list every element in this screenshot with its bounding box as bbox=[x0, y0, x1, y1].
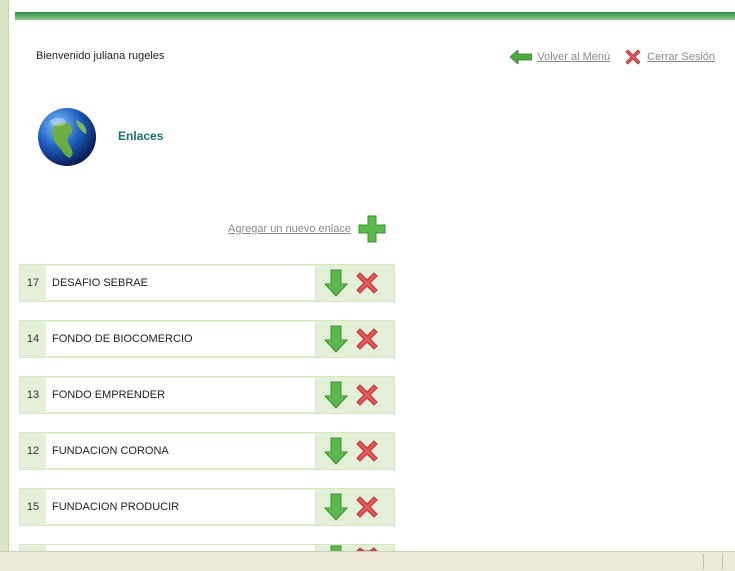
green-arrow-down-icon[interactable] bbox=[324, 269, 348, 297]
link-id: 15 bbox=[26, 501, 40, 513]
link-id: 13 bbox=[26, 389, 40, 401]
green-arrow-down-icon[interactable] bbox=[324, 493, 348, 521]
green-plus-icon bbox=[358, 215, 386, 243]
page-left-border bbox=[0, 0, 9, 551]
link-row: 12 FUNDACION CORONA bbox=[19, 432, 395, 470]
row-actions bbox=[316, 493, 380, 521]
browser-status-bar bbox=[0, 551, 735, 571]
add-new-link-label: Agregar un nuevo enlace bbox=[228, 223, 351, 235]
link-name: FONDO EMPRENDER bbox=[46, 378, 316, 412]
links-list: 17 DESAFIO SEBRAE 14 FONDO DE BIOCOMERCI… bbox=[19, 264, 395, 554]
globe-icon bbox=[38, 108, 96, 166]
green-arrow-left-icon bbox=[510, 50, 533, 64]
red-x-icon bbox=[625, 49, 641, 65]
back-to-menu-label: Volver al Menú bbox=[537, 51, 611, 63]
row-actions bbox=[316, 269, 380, 297]
link-name: FONDO DE BIOCOMERCIO bbox=[46, 322, 316, 356]
logout-link[interactable]: Cerrar Sesión bbox=[624, 48, 715, 66]
red-x-icon[interactable] bbox=[354, 494, 380, 520]
red-x-icon[interactable] bbox=[354, 382, 380, 408]
section-title: Enlaces bbox=[118, 129, 164, 143]
welcome-text: Bienvenido juliana rugeles bbox=[36, 50, 165, 62]
red-x-icon[interactable] bbox=[354, 438, 380, 464]
red-x-icon[interactable] bbox=[354, 326, 380, 352]
link-row: 13 FONDO EMPRENDER bbox=[19, 376, 395, 414]
green-arrow-down-icon[interactable] bbox=[324, 325, 348, 353]
top-header-bar bbox=[15, 12, 735, 20]
add-new-link[interactable]: Agregar un nuevo enlace bbox=[228, 214, 387, 244]
row-actions bbox=[316, 381, 380, 409]
logout-label: Cerrar Sesión bbox=[647, 51, 715, 63]
row-actions bbox=[316, 325, 380, 353]
row-actions bbox=[316, 437, 380, 465]
green-arrow-down-icon[interactable] bbox=[324, 437, 348, 465]
link-id: 14 bbox=[26, 333, 40, 345]
green-arrow-down-icon[interactable] bbox=[324, 381, 348, 409]
top-links: Volver al Menú Cerrar Sesión bbox=[510, 48, 715, 66]
link-name: FUNDACION PRODUCIR bbox=[46, 490, 316, 524]
link-id: 17 bbox=[26, 277, 40, 289]
link-row: 15 FUNDACION PRODUCIR bbox=[19, 488, 395, 526]
link-name: DESAFIO SEBRAE bbox=[46, 266, 316, 300]
link-row: 14 FONDO DE BIOCOMERCIO bbox=[19, 320, 395, 358]
link-name: FUNDACION CORONA bbox=[46, 434, 316, 468]
link-row: 17 DESAFIO SEBRAE bbox=[19, 264, 395, 302]
back-to-menu-link[interactable]: Volver al Menú bbox=[510, 50, 610, 64]
red-x-icon[interactable] bbox=[354, 270, 380, 296]
link-id: 12 bbox=[26, 445, 40, 457]
